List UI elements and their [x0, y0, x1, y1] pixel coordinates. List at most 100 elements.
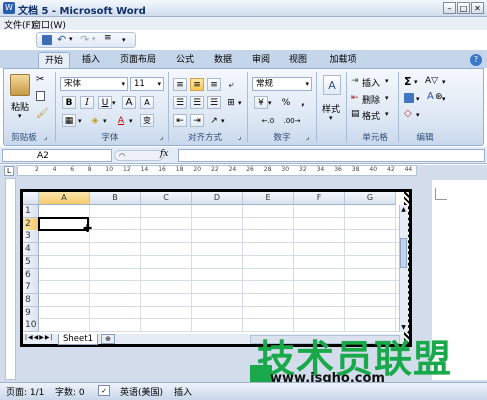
alignment-launcher-icon[interactable]: ⌟: [238, 133, 241, 141]
autosum-dropdown-icon[interactable]: ▾: [414, 78, 418, 86]
scroll-thumb[interactable]: [400, 238, 407, 268]
row-header[interactable]: 2: [23, 217, 39, 231]
row-header[interactable]: 10: [23, 319, 39, 333]
row-header[interactable]: 5: [23, 255, 39, 269]
border-dropdown-icon[interactable]: ▾: [78, 117, 82, 125]
column-header[interactable]: F: [294, 192, 345, 205]
align-center-icon[interactable]: ☰: [190, 96, 204, 109]
tab-home[interactable]: 开始: [38, 52, 70, 68]
decrease-indent-icon[interactable]: ⇤: [173, 114, 187, 127]
phonetic-button[interactable]: 变: [140, 114, 154, 127]
italic-button[interactable]: I: [80, 96, 94, 109]
underline-button[interactable]: U: [98, 96, 112, 109]
redo-dropdown-icon[interactable]: ▾: [92, 35, 96, 43]
tab-stop-selector-icon[interactable]: L: [4, 166, 14, 176]
fill-color-icon[interactable]: ◈: [88, 114, 102, 127]
menu-window[interactable]: 窗口(W): [32, 18, 66, 31]
status-word-count[interactable]: 字数: 0: [55, 385, 85, 398]
status-language[interactable]: 英语(美国): [120, 385, 163, 398]
paste-dropdown-icon[interactable]: ▾: [18, 112, 22, 120]
tab-data[interactable]: 数据: [208, 52, 238, 68]
delete-cells-label[interactable]: 删除: [362, 93, 380, 106]
row-header[interactable]: 7: [23, 281, 39, 295]
format-painter-icon[interactable]: 🖌: [36, 108, 49, 119]
accounting-dropdown-icon[interactable]: ▾: [268, 99, 272, 107]
select-all-corner[interactable]: [23, 192, 39, 205]
qat-more-icon[interactable]: ▾: [122, 36, 126, 44]
column-header[interactable]: G: [345, 192, 396, 205]
insert-cells-label[interactable]: 插入: [362, 76, 380, 89]
fill-dropdown-icon[interactable]: ▾: [416, 95, 420, 103]
font-launcher-icon[interactable]: ⌟: [160, 133, 163, 141]
align-left-icon[interactable]: ☰: [173, 96, 187, 109]
maximize-button[interactable]: □: [457, 2, 470, 14]
grow-font-button[interactable]: A: [122, 96, 136, 109]
insert-sheet-icon[interactable]: ⊕: [101, 334, 115, 344]
column-header[interactable]: A: [39, 192, 90, 205]
active-cell[interactable]: [38, 217, 89, 231]
font-name-combo[interactable]: 宋体 ▾: [60, 77, 128, 91]
row-header[interactable]: 6: [23, 268, 39, 282]
row-header[interactable]: 1: [23, 205, 39, 218]
increase-decimal-icon[interactable]: ←.0: [258, 114, 278, 127]
font-size-combo[interactable]: 11 ▾: [130, 77, 164, 91]
merge-dropdown-icon[interactable]: ▾: [238, 99, 242, 107]
tab-view[interactable]: 视图: [283, 52, 313, 68]
row-header[interactable]: 3: [23, 230, 39, 244]
merge-center-icon[interactable]: ⊞: [224, 96, 238, 109]
find-select-button[interactable]: A: [427, 91, 434, 102]
sheet-grid[interactable]: [23, 192, 404, 334]
delete-cells-icon[interactable]: ⇤: [351, 93, 359, 103]
sheet-tab-sheet1[interactable]: Sheet1: [58, 334, 98, 345]
shrink-font-button[interactable]: A: [140, 96, 154, 109]
number-launcher-icon[interactable]: ⌟: [306, 133, 309, 141]
formula-input[interactable]: [178, 149, 485, 162]
align-right-icon[interactable]: ☰: [207, 96, 221, 109]
format-cells-label[interactable]: 格式: [362, 109, 380, 122]
align-middle-icon[interactable]: ≡: [190, 78, 204, 91]
find-dropdown-icon[interactable]: ▾: [442, 95, 446, 103]
styles-icon[interactable]: A: [323, 75, 341, 95]
tab-formulas[interactable]: 公式: [170, 52, 200, 68]
undo-dropdown-icon[interactable]: ▾: [69, 35, 73, 43]
number-format-combo[interactable]: 常规 ▾: [252, 77, 312, 91]
orientation-icon[interactable]: ↗: [207, 114, 221, 127]
qat-customize-icon[interactable]: ≡: [104, 33, 112, 43]
underline-dropdown-icon[interactable]: ▾: [112, 99, 116, 107]
orientation-dropdown-icon[interactable]: ▾: [221, 117, 225, 125]
tab-add-ins[interactable]: 加载项: [321, 52, 365, 68]
vertical-scrollbar[interactable]: [399, 205, 408, 332]
font-color-dropdown-icon[interactable]: ▾: [129, 117, 133, 125]
wrap-text-icon[interactable]: ⤶: [224, 78, 238, 91]
help-icon[interactable]: ?: [470, 54, 482, 66]
clear-icon[interactable]: ◇: [404, 108, 412, 119]
name-box[interactable]: A2: [2, 149, 112, 162]
row-header[interactable]: 8: [23, 293, 39, 307]
cut-icon[interactable]: ✂: [36, 74, 44, 85]
redo-icon[interactable]: ↷: [80, 33, 89, 46]
tab-review[interactable]: 审阅: [246, 52, 276, 68]
column-header[interactable]: E: [243, 192, 294, 205]
column-header[interactable]: B: [90, 192, 141, 205]
fill-down-icon[interactable]: [404, 93, 414, 103]
close-button[interactable]: ✕: [471, 2, 484, 14]
clear-dropdown-icon[interactable]: ▾: [416, 111, 420, 119]
border-icon[interactable]: ▦: [62, 114, 76, 127]
tab-page-layout[interactable]: 页面布局: [114, 52, 162, 68]
sheet-nav-arrows-icon[interactable]: |◀◀▶▶|: [25, 334, 54, 341]
word-app-icon[interactable]: W: [3, 2, 15, 14]
align-top-icon[interactable]: ≡: [173, 78, 187, 91]
copy-icon[interactable]: [36, 91, 45, 101]
column-header[interactable]: C: [141, 192, 192, 205]
paste-icon[interactable]: [10, 74, 30, 96]
format-cells-icon[interactable]: ▤: [351, 109, 360, 119]
comma-style-button[interactable]: ,: [296, 96, 310, 109]
formula-bar-expand-icon[interactable]: ◠: [114, 150, 164, 161]
delete-dropdown-icon[interactable]: ▾: [385, 94, 389, 102]
column-header[interactable]: D: [192, 192, 243, 205]
sort-dropdown-icon[interactable]: ▾: [442, 78, 446, 86]
insert-function-button[interactable]: fx: [160, 149, 168, 159]
undo-icon[interactable]: ↶: [57, 33, 66, 46]
autosum-button[interactable]: Σ: [404, 75, 412, 88]
row-header[interactable]: 9: [23, 306, 39, 320]
